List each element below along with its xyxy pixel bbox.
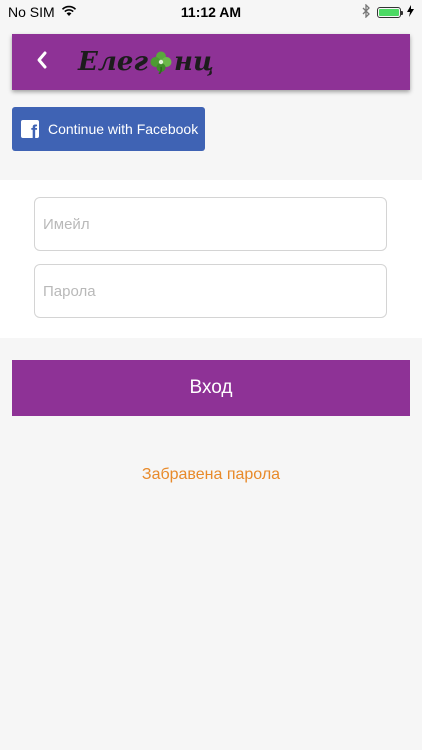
clover-icon (149, 50, 173, 75)
logo-text-right: нц (174, 47, 214, 77)
bluetooth-icon (362, 2, 371, 21)
carrier-label: No SIM (8, 4, 55, 20)
status-left: No SIM (8, 4, 77, 20)
back-button[interactable] (12, 34, 72, 90)
charging-icon (407, 4, 414, 20)
wifi-icon (61, 4, 77, 20)
facebook-button-label: Continue with Facebook (48, 121, 199, 137)
password-field[interactable] (34, 264, 387, 318)
battery-fill (379, 8, 399, 16)
chevron-left-icon (35, 50, 49, 75)
login-form (0, 180, 422, 338)
brand-logo: Елег нц (78, 47, 214, 77)
email-field[interactable] (34, 197, 387, 251)
status-bar: No SIM 11:12 AM (0, 0, 422, 24)
logo-text-left: Елег (78, 47, 149, 77)
login-button[interactable]: Вход (12, 360, 410, 416)
facebook-login-button[interactable]: f Continue with Facebook (12, 107, 205, 151)
status-right (362, 2, 414, 21)
battery-icon (377, 6, 403, 18)
forgot-password-link[interactable]: Забравена парола (0, 466, 422, 484)
app-header: Елег нц (12, 34, 410, 90)
facebook-icon: f (21, 120, 39, 138)
